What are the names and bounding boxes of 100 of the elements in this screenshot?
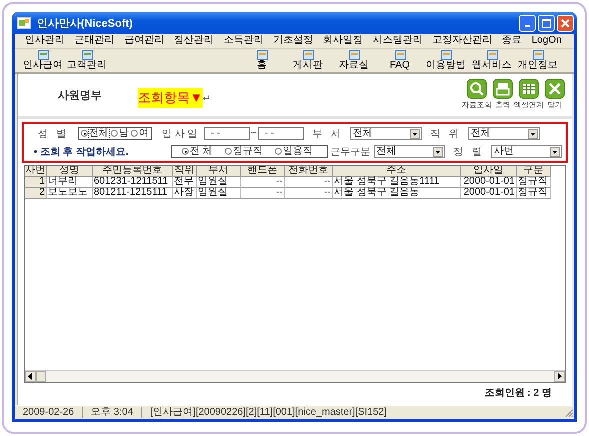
- radio-option[interactable]: 여: [131, 128, 149, 139]
- toolbar-button[interactable]: 개인정보: [515, 50, 561, 71]
- excel-icon: [519, 79, 539, 99]
- menu-item[interactable]: 소득관리: [224, 35, 264, 47]
- sort-label: 정 렬: [452, 146, 483, 158]
- status-text: 2009-02-26: [15, 407, 84, 418]
- menu-item[interactable]: 근태관리: [74, 35, 115, 47]
- maximize-icon: [542, 18, 551, 28]
- table-cell: 서울 성북구 길음동: [333, 188, 461, 199]
- scroll-left-button[interactable]: [25, 371, 36, 382]
- work-type-select[interactable]: 전체: [374, 145, 445, 158]
- window-icon: [532, 50, 544, 60]
- print-icon: [493, 79, 513, 99]
- radio-option[interactable]: 전 체: [182, 146, 213, 157]
- window-icon: [256, 50, 268, 60]
- table-cell: 임원실: [197, 188, 241, 199]
- position-label: 직 위: [430, 128, 460, 140]
- toolbar-button[interactable]: 자료실: [331, 50, 377, 71]
- table-cell: 사장: [173, 188, 197, 199]
- menu-item[interactable]: 정산관리: [174, 35, 214, 47]
- position-select[interactable]: 전체: [468, 127, 540, 140]
- radio-button[interactable]: [111, 130, 118, 137]
- close-icon: [561, 18, 570, 28]
- radio-option[interactable]: 남: [111, 128, 129, 139]
- table-cell: 정규직: [517, 188, 551, 199]
- toolbar-button[interactable]: FAQ: [377, 50, 423, 71]
- gender-label: 성 별: [37, 128, 68, 140]
- window-icon: [38, 50, 48, 60]
- resize-grip-icon: [564, 408, 574, 418]
- menu-item[interactable]: 기초설정: [273, 35, 314, 47]
- radio-option[interactable]: 정규직: [224, 146, 263, 157]
- minimize-button[interactable]: [519, 14, 536, 32]
- table-cell: 전무: [173, 177, 197, 188]
- right-arrow-icon: [557, 373, 562, 380]
- sort-select[interactable]: 사번: [490, 145, 562, 158]
- window-icon: [348, 50, 360, 60]
- annotation-label: 조회항목▼: [138, 88, 203, 108]
- toolbar-button[interactable]: 인사급여: [21, 50, 65, 71]
- menu-item[interactable]: LogOn: [532, 35, 562, 47]
- date-field[interactable]: - -: [204, 127, 250, 140]
- window-icon: [440, 50, 452, 60]
- column-header[interactable]: 구분: [517, 166, 551, 177]
- radio-button[interactable]: [224, 148, 232, 155]
- table-cell: 2000-01-01: [461, 188, 517, 199]
- table-cell: 601231-1211511: [93, 177, 173, 188]
- scroll-right-button[interactable]: [554, 371, 565, 382]
- hire-date-label: 입 사 일: [161, 128, 199, 140]
- radio-button[interactable]: [81, 130, 88, 137]
- work-type-label: 근무구분: [330, 146, 372, 158]
- instruction-note: • 조회 후 작업하세요.: [33, 146, 130, 158]
- table-cell: 801211-1215111: [93, 188, 173, 199]
- toolbar-button[interactable]: 게시판: [285, 50, 331, 71]
- close-button[interactable]: [557, 14, 574, 32]
- table-cell: 임원실: [197, 177, 241, 188]
- menu-item[interactable]: 인사관리: [25, 35, 65, 47]
- radio-option[interactable]: 일용직: [274, 146, 313, 157]
- left-arrow-icon: [28, 373, 33, 380]
- menu-item[interactable]: 시스템관리: [372, 35, 423, 47]
- radio-option[interactable]: 전체: [81, 128, 109, 139]
- table-cell: --: [285, 188, 333, 199]
- date-field[interactable]: - -: [258, 127, 304, 140]
- table-cell: --: [241, 177, 285, 188]
- range-separator: ~: [251, 128, 257, 139]
- radio-button[interactable]: [131, 130, 138, 137]
- department-label: 부 서: [312, 128, 342, 140]
- status-text: 오후 3:04: [83, 407, 142, 418]
- table-cell: 보노보노: [47, 188, 93, 199]
- toolbar-button[interactable]: 이용방법: [423, 50, 469, 71]
- result-count: 조회인원 : 2 명: [484, 387, 553, 401]
- menu-item[interactable]: 급여관리: [124, 35, 164, 47]
- status-text: [인사급여][20090226][2][11][001][nice_master][SI152]: [149, 407, 388, 418]
- menu-item[interactable]: 종료: [502, 35, 522, 47]
- table-cell: --: [241, 188, 285, 199]
- window-icon: [486, 50, 498, 60]
- radio-button[interactable]: [274, 148, 282, 155]
- table-cell: 서울 성북구 길음동1111: [333, 177, 461, 188]
- search-icon: [467, 79, 487, 99]
- app-icon: [17, 17, 31, 29]
- table-cell: 너부리: [47, 177, 93, 188]
- menu-item[interactable]: 회사일정: [323, 35, 364, 47]
- column-header[interactable]: 주소: [333, 166, 461, 177]
- window-icon: [82, 50, 92, 60]
- return-mark: ↵: [202, 94, 212, 104]
- maximize-button[interactable]: [538, 14, 555, 32]
- close-icon: [545, 79, 565, 99]
- window-icon: [302, 50, 314, 60]
- table-cell: 2000-01-01: [461, 177, 517, 188]
- row-number: 2: [25, 188, 47, 199]
- department-select[interactable]: 전체: [350, 127, 422, 140]
- table-cell: --: [285, 177, 333, 188]
- scrollbar-thumb[interactable]: [36, 371, 46, 382]
- toolbar-button[interactable]: 홈: [239, 50, 285, 71]
- toolbar-button[interactable]: 웹서비스: [469, 50, 515, 71]
- toolbar-button[interactable]: 고객관리: [65, 50, 109, 71]
- menu-item[interactable]: 고정자산관리: [432, 35, 492, 47]
- page-title: 사원명부: [58, 88, 103, 102]
- window-title: 인사만사(NiceSoft): [37, 16, 133, 30]
- row-number: 1: [25, 177, 47, 188]
- table-cell: 정규직: [517, 177, 551, 188]
- radio-button[interactable]: [182, 148, 189, 155]
